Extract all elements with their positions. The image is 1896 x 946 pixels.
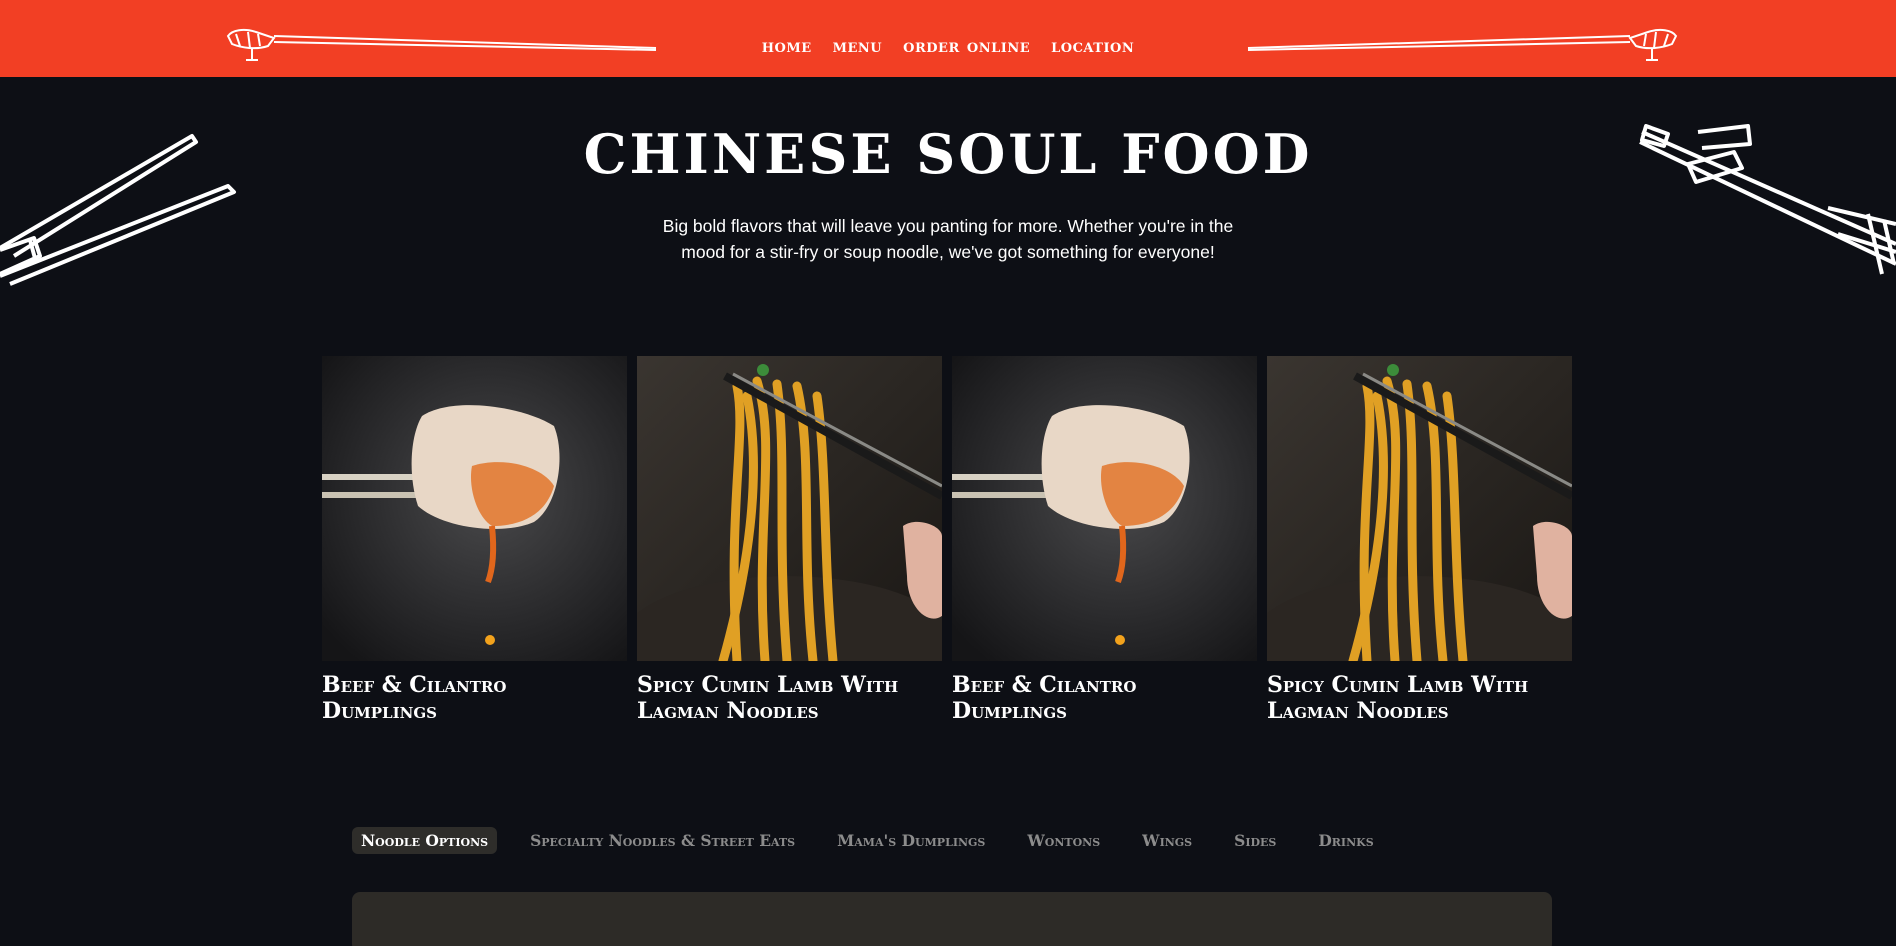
chopsticks-right-icon: [1247, 28, 1678, 61]
tab-drinks[interactable]: Drinks: [1309, 827, 1382, 854]
tab-wings[interactable]: Wings: [1133, 827, 1201, 854]
noodles-photo[interactable]: [637, 356, 942, 661]
nav-menu-link[interactable]: MENU: [833, 34, 883, 58]
dumpling-photo[interactable]: [952, 356, 1257, 661]
menu-items-panel: [352, 892, 1552, 946]
nav-order-online-link[interactable]: ORDER ONLINE: [903, 34, 1030, 58]
top-nav-bar: HOME MENU ORDER ONLINE LOCATION: [0, 0, 1896, 77]
dish-card[interactable]: Beef & Cilantro Dumplings: [322, 356, 627, 724]
nav-home-link[interactable]: HOME: [762, 34, 812, 58]
menu-category-tabs: Noodle Options Specialty Noodles & Stree…: [352, 827, 1397, 854]
dish-card[interactable]: Beef & Cilantro Dumplings: [952, 356, 1257, 724]
dish-card[interactable]: Spicy Cumin Lamb With Lagman Noodles: [1267, 356, 1572, 724]
hero-title: CHINESE SOUL FOOD: [583, 122, 1313, 186]
dish-card[interactable]: Spicy Cumin Lamb With Lagman Noodles: [637, 356, 942, 724]
tab-mamas-dumplings[interactable]: Mama's Dumplings: [828, 827, 994, 854]
tab-sides[interactable]: Sides: [1225, 827, 1285, 854]
tab-specialty-noodles[interactable]: Specialty Noodles & Street Eats: [521, 827, 804, 854]
dish-title[interactable]: Spicy Cumin Lamb With Lagman Noodles: [1267, 672, 1572, 724]
hero-subtitle: Big bold flavors that will leave you pan…: [662, 216, 1234, 262]
dish-title[interactable]: Beef & Cilantro Dumplings: [322, 672, 627, 724]
tab-noodle-options[interactable]: Noodle Options: [352, 827, 498, 854]
dumpling-photo[interactable]: [322, 356, 627, 661]
dish-title[interactable]: Beef & Cilantro Dumplings: [952, 672, 1257, 724]
tab-wontons[interactable]: Wontons: [1018, 827, 1109, 854]
dish-title[interactable]: Spicy Cumin Lamb With Lagman Noodles: [637, 672, 942, 724]
nav-location-link[interactable]: LOCATION: [1051, 34, 1134, 58]
featured-dishes: Beef & Cilantro Dumplings Spicy Cumin La…: [322, 356, 1572, 724]
noodles-photo[interactable]: [1267, 356, 1572, 661]
